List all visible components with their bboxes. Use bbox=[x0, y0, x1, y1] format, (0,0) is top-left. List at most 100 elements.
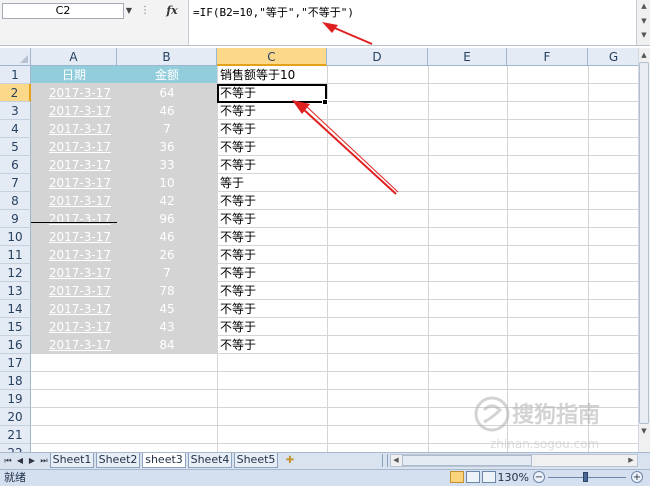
zoom-in-button[interactable]: + bbox=[631, 471, 643, 483]
result-cell[interactable]: 不等于 bbox=[217, 336, 327, 354]
result-cell[interactable]: 不等于 bbox=[217, 264, 327, 282]
sheet-tab-sheet5[interactable]: Sheet5 bbox=[234, 453, 278, 468]
zoom-slider-thumb[interactable] bbox=[583, 472, 588, 482]
amount-cell[interactable]: 46 bbox=[117, 102, 217, 120]
column-header-b[interactable]: B bbox=[117, 48, 217, 66]
tab-split-handle[interactable] bbox=[382, 454, 388, 467]
date-cell[interactable]: 2017-3-17 bbox=[31, 336, 117, 354]
column-header-c[interactable]: C bbox=[217, 48, 327, 66]
cell-b1-header[interactable]: 金额 bbox=[117, 66, 217, 84]
row-header-5[interactable]: 5 bbox=[0, 138, 31, 156]
amount-cell[interactable]: 46 bbox=[117, 228, 217, 246]
amount-cell[interactable]: 10 bbox=[117, 174, 217, 192]
date-cell[interactable]: 2017-3-17 bbox=[31, 84, 117, 102]
row-header-1[interactable]: 1 bbox=[0, 66, 31, 84]
date-cell[interactable]: 2017-3-17 bbox=[31, 300, 117, 318]
insert-function-button[interactable]: fx bbox=[158, 2, 186, 20]
last-sheet-icon[interactable]: ⏭ bbox=[38, 454, 50, 467]
result-cell[interactable]: 不等于 bbox=[217, 102, 327, 120]
sheet-tab-sheet1[interactable]: Sheet1 bbox=[50, 453, 94, 468]
scroll-up-icon[interactable]: ▲ bbox=[639, 2, 649, 10]
horizontal-scroll-thumb[interactable] bbox=[402, 455, 532, 466]
sheet-tab-sheet4[interactable]: Sheet4 bbox=[188, 453, 232, 468]
date-cell[interactable]: 2017-3-17 bbox=[31, 102, 117, 120]
row-header-4[interactable]: 4 bbox=[0, 120, 31, 138]
date-cell[interactable]: 2017-3-17 bbox=[31, 282, 117, 300]
prev-sheet-icon[interactable]: ◀ bbox=[14, 454, 26, 467]
normal-view-icon[interactable] bbox=[450, 471, 464, 483]
row-header-11[interactable]: 11 bbox=[0, 246, 31, 264]
amount-cell[interactable]: 42 bbox=[117, 192, 217, 210]
expand-formula-icon[interactable]: ▼ bbox=[639, 31, 649, 39]
page-layout-view-icon[interactable] bbox=[466, 471, 480, 483]
page-break-view-icon[interactable] bbox=[482, 471, 496, 483]
row-header-19[interactable]: 19 bbox=[0, 390, 31, 408]
scroll-down-arrow-icon[interactable]: ▼ bbox=[639, 425, 649, 437]
cell-c1-header[interactable]: 销售额等于10 bbox=[217, 66, 327, 84]
amount-cell[interactable]: 36 bbox=[117, 138, 217, 156]
row-header-20[interactable]: 20 bbox=[0, 408, 31, 426]
cell-a1-header[interactable]: 日期 bbox=[31, 66, 117, 84]
result-cell[interactable]: 不等于 bbox=[217, 246, 327, 264]
select-all-corner[interactable] bbox=[0, 48, 31, 66]
fill-handle[interactable] bbox=[322, 99, 328, 105]
date-cell[interactable]: 2017-3-17 bbox=[31, 264, 117, 282]
amount-cell[interactable]: 7 bbox=[117, 120, 217, 138]
zoom-level[interactable]: 130% bbox=[497, 470, 529, 485]
formula-input[interactable]: =IF(B2=10,"等于","不等于") bbox=[188, 0, 636, 45]
date-cell[interactable]: 2017-3-17 bbox=[31, 192, 117, 210]
row-header-15[interactable]: 15 bbox=[0, 318, 31, 336]
row-header-22[interactable]: 22 bbox=[0, 444, 31, 452]
date-cell[interactable]: 2017-3-17 bbox=[31, 174, 117, 192]
row-header-13[interactable]: 13 bbox=[0, 282, 31, 300]
date-cell[interactable]: 2017-3-17 bbox=[31, 210, 117, 228]
column-header-g[interactable]: G bbox=[588, 48, 638, 66]
scroll-down-icon[interactable]: ▼ bbox=[639, 17, 649, 25]
row-header-6[interactable]: 6 bbox=[0, 156, 31, 174]
zoom-out-button[interactable]: − bbox=[533, 471, 545, 483]
date-cell[interactable]: 2017-3-17 bbox=[31, 138, 117, 156]
row-header-8[interactable]: 8 bbox=[0, 192, 31, 210]
amount-cell[interactable]: 45 bbox=[117, 300, 217, 318]
amount-cell[interactable]: 33 bbox=[117, 156, 217, 174]
column-header-f[interactable]: F bbox=[507, 48, 588, 66]
sheet-tab-sheet2[interactable]: Sheet2 bbox=[96, 453, 140, 468]
result-cell[interactable]: 不等于 bbox=[217, 300, 327, 318]
row-header-14[interactable]: 14 bbox=[0, 300, 31, 318]
date-cell[interactable]: 2017-3-17 bbox=[31, 120, 117, 138]
vertical-scroll-thumb[interactable] bbox=[639, 62, 649, 424]
result-cell[interactable]: 不等于 bbox=[217, 228, 327, 246]
scroll-up-arrow-icon[interactable]: ▲ bbox=[639, 49, 649, 61]
result-cell[interactable]: 不等于 bbox=[217, 318, 327, 336]
formula-bar-scrollbar[interactable]: ▲ ▼ ▼ bbox=[636, 0, 650, 45]
amount-cell[interactable]: 26 bbox=[117, 246, 217, 264]
sheet-tab-sheet3[interactable]: sheet3 bbox=[142, 453, 186, 468]
result-cell[interactable]: 不等于 bbox=[217, 210, 327, 228]
name-box-dropdown-icon[interactable]: ▼ bbox=[124, 3, 134, 19]
insert-sheet-icon[interactable]: ✚ bbox=[282, 454, 298, 467]
amount-cell[interactable]: 84 bbox=[117, 336, 217, 354]
amount-cell[interactable]: 7 bbox=[117, 264, 217, 282]
column-header-e[interactable]: E bbox=[428, 48, 507, 66]
row-header-18[interactable]: 18 bbox=[0, 372, 31, 390]
row-header-21[interactable]: 21 bbox=[0, 426, 31, 444]
row-header-16[interactable]: 16 bbox=[0, 336, 31, 354]
column-header-d[interactable]: D bbox=[327, 48, 428, 66]
name-box[interactable]: C2 bbox=[2, 3, 124, 19]
row-header-9[interactable]: 9 bbox=[0, 210, 31, 228]
result-cell[interactable]: 不等于 bbox=[217, 192, 327, 210]
result-cell[interactable]: 不等于 bbox=[217, 282, 327, 300]
row-header-7[interactable]: 7 bbox=[0, 174, 31, 192]
result-cell[interactable]: 不等于 bbox=[217, 120, 327, 138]
amount-cell[interactable]: 78 bbox=[117, 282, 217, 300]
row-header-10[interactable]: 10 bbox=[0, 228, 31, 246]
amount-cell[interactable]: 96 bbox=[117, 210, 217, 228]
formula-bar-resize-icon[interactable]: ⋮ bbox=[140, 2, 150, 20]
amount-cell[interactable]: 43 bbox=[117, 318, 217, 336]
amount-cell[interactable]: 64 bbox=[117, 84, 217, 102]
result-cell[interactable]: 不等于 bbox=[217, 138, 327, 156]
result-cell[interactable]: 不等于 bbox=[217, 156, 327, 174]
first-sheet-icon[interactable]: ⏮ bbox=[2, 454, 14, 467]
column-header-a[interactable]: A bbox=[31, 48, 117, 66]
scroll-right-arrow-icon[interactable]: ▶ bbox=[626, 455, 636, 466]
